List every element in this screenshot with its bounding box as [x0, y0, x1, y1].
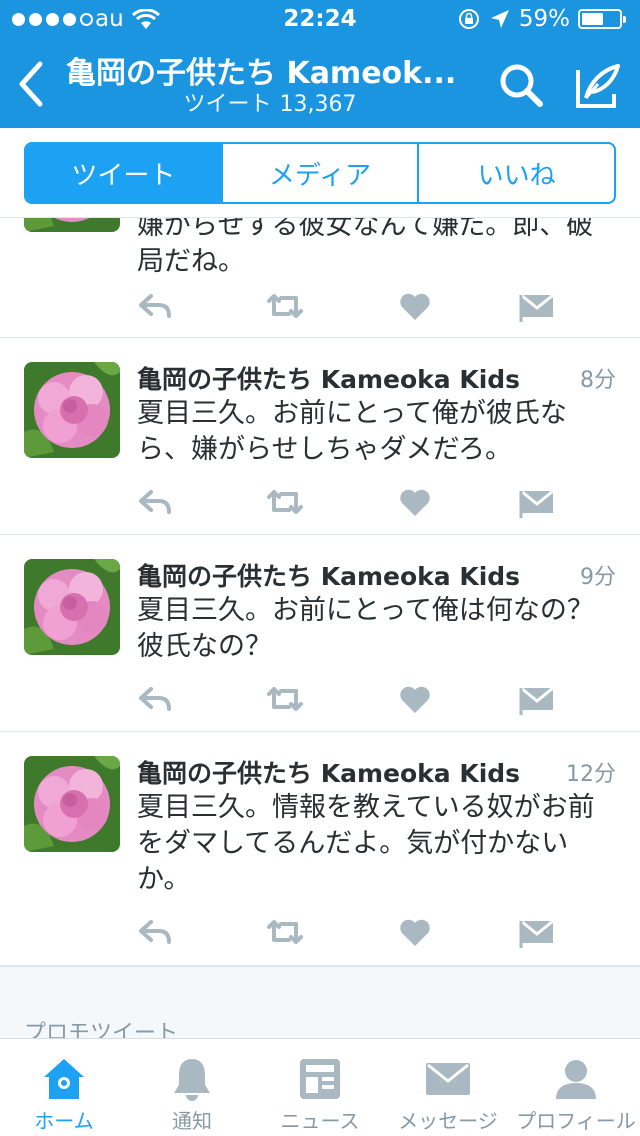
like-heart-icon[interactable] [395, 912, 435, 952]
person-icon [556, 1060, 596, 1099]
avatar[interactable] [24, 756, 120, 852]
like-heart-icon[interactable] [395, 679, 435, 719]
tweet-item[interactable]: 嫌がらせする彼女なんて嫌だ。即、破局だね。 [0, 218, 640, 338]
tweet-timeline[interactable]: 嫌がらせする彼女なんて嫌だ。即、破局だね。 亀岡の子供たち Kameoka Ki… [0, 218, 640, 1038]
tweet-timestamp: 9分 [580, 565, 616, 590]
tweet-text: 嫌がらせする彼女なんて嫌だ。即、破局だね。 [137, 218, 594, 277]
retweet-icon[interactable] [265, 286, 305, 326]
direct-message-icon[interactable] [517, 912, 557, 952]
tweet-count-value: 13,367 [279, 92, 357, 117]
envelope-icon [426, 1063, 470, 1095]
reply-icon[interactable] [137, 482, 177, 522]
tab-tweets[interactable]: ツイート [26, 144, 221, 202]
like-heart-icon[interactable] [395, 286, 435, 326]
battery-percent: 59% [518, 6, 570, 32]
promoted-tweet-label: プロモツイート [24, 1021, 179, 1038]
direct-message-icon[interactable] [517, 679, 557, 719]
retweet-icon[interactable] [265, 679, 305, 719]
avatar[interactable] [24, 559, 120, 655]
reply-icon[interactable] [137, 912, 177, 952]
avatar[interactable] [24, 362, 120, 458]
status-right: 59% [457, 6, 626, 32]
compose-tweet-icon[interactable] [572, 60, 624, 112]
tweet-actions [137, 482, 577, 522]
tab-profile[interactable]: プロフィール [512, 1039, 640, 1136]
tweet-count: ツイート 13,367 [66, 86, 466, 118]
direct-message-icon[interactable] [517, 482, 557, 522]
tweet-text: 夏目三久。情報を教えている奴がお前をダマしてるんだよ。気が付かないか。 [137, 792, 595, 895]
tab-messages-label: メッセージ [398, 1109, 498, 1133]
bell-icon [174, 1059, 210, 1101]
tab-media[interactable]: メディア [220, 144, 418, 202]
rotation-lock-icon [458, 9, 479, 29]
battery-icon [578, 9, 626, 29]
like-heart-icon[interactable] [395, 482, 435, 522]
tweet-count-label: ツイート [183, 92, 272, 117]
tab-notifications[interactable]: 通知 [128, 1039, 256, 1136]
bottom-tab-bar: ホーム 通知 ニュース メッセージ プロフィール [0, 1038, 640, 1136]
tab-likes[interactable]: いいね [417, 144, 614, 202]
home-icon [44, 1059, 84, 1099]
tweet-timestamp: 8分 [580, 368, 616, 393]
tab-profile-label: プロフィール [516, 1109, 636, 1133]
reply-icon[interactable] [137, 286, 177, 326]
tab-news[interactable]: ニュース [256, 1039, 384, 1136]
profile-tabs-bar: ツイート メディア いいね [0, 128, 640, 218]
search-icon[interactable] [496, 60, 548, 112]
tweet-text: 夏目三久。お前にとって俺は何なの？彼氏なの？ [137, 595, 594, 662]
tweet-author-name[interactable]: 亀岡の子供たち Kameoka Kids [137, 754, 520, 790]
tweet-author-name[interactable]: 亀岡の子供たち Kameoka Kids [137, 557, 520, 593]
tweet-timestamp: 12分 [566, 762, 616, 787]
tweet-item[interactable]: 亀岡の子供たち Kameoka Kids 9分 夏目三久。お前にとって俺は何なの… [0, 535, 640, 732]
tab-home[interactable]: ホーム [0, 1039, 128, 1136]
tweet-author-name[interactable]: 亀岡の子供たち Kameoka Kids [137, 360, 520, 396]
tweet-item[interactable]: 亀岡の子供たち Kameoka Kids 8分 夏目三久。お前にとって俺が彼氏な… [0, 338, 640, 535]
tweet-text: 夏目三久。お前にとって俺が彼氏なら、嫌がらせしちゃダメだろ。 [137, 398, 567, 465]
tab-notifications-label: 通知 [172, 1109, 212, 1133]
back-button[interactable] [12, 58, 52, 110]
retweet-icon[interactable] [265, 482, 305, 522]
news-icon [300, 1059, 340, 1099]
avatar[interactable] [24, 218, 120, 232]
tweet-actions [137, 679, 577, 719]
retweet-icon[interactable] [265, 912, 305, 952]
tab-news-label: ニュース [280, 1109, 360, 1133]
location-arrow-icon [490, 10, 509, 28]
tweet-actions [137, 912, 577, 952]
promoted-section: プロモツイート [0, 966, 640, 1038]
profile-segmented-control: ツイート メディア いいね [24, 142, 616, 204]
reply-icon[interactable] [137, 679, 177, 719]
tab-home-label: ホーム [34, 1109, 94, 1133]
direct-message-icon[interactable] [517, 286, 557, 326]
app-header: au 22:24 59% 亀岡の子供たち Kameok... ツイート 13,36… [0, 0, 640, 128]
tweet-actions [137, 286, 577, 326]
tab-messages[interactable]: メッセージ [384, 1039, 512, 1136]
tweet-item[interactable]: 亀岡の子供たち Kameoka Kids 12分 夏目三久。情報を教えている奴が… [0, 732, 640, 966]
status-bar: au 22:24 59% [0, 0, 640, 40]
